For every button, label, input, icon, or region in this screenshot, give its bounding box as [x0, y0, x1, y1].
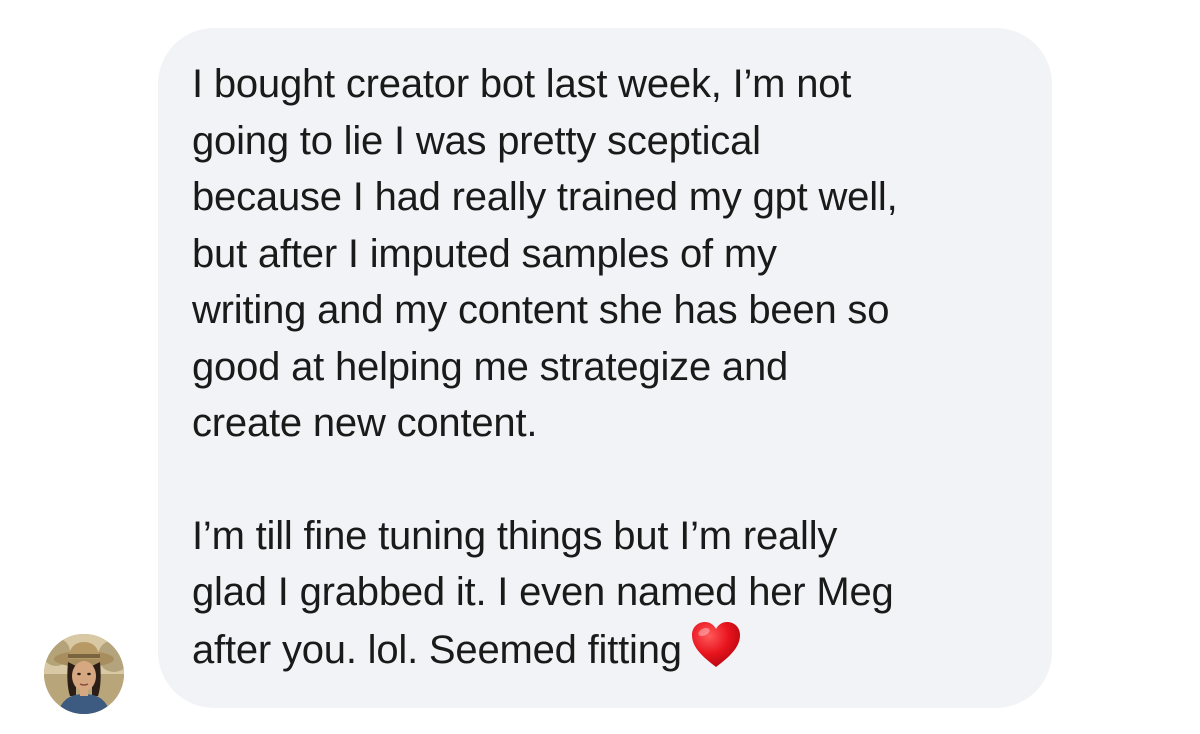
- sender-avatar[interactable]: [44, 634, 124, 714]
- red-heart-icon: [690, 621, 742, 685]
- message-line-text: after you. lol. Seemed fitting: [192, 627, 682, 672]
- message-line: create new content.: [192, 401, 538, 445]
- avatar-photo-icon: [44, 634, 124, 714]
- message-line: good at helping me strategize and: [192, 344, 789, 389]
- message-line: glad I grabbed it. I even named her Meg: [192, 570, 894, 614]
- message-line: I’m till fine tuning things but I’m real…: [192, 513, 838, 558]
- message-line: going to lie I was pretty sceptical: [192, 118, 761, 163]
- message-line: I bought creator bot last week, I’m not: [192, 62, 852, 106]
- message-last-line: after you. lol. Seemed fitting: [192, 621, 1032, 685]
- message-line: because I had really trained my gpt well…: [192, 175, 898, 219]
- message-bubble[interactable]: I bought creator bot last week, I’m not …: [158, 28, 1052, 708]
- message-thread: I bought creator bot last week, I’m not …: [0, 0, 1200, 734]
- message-line: but after I imputed samples of my: [192, 231, 777, 276]
- message-line: writing and my content she has been so: [192, 288, 890, 332]
